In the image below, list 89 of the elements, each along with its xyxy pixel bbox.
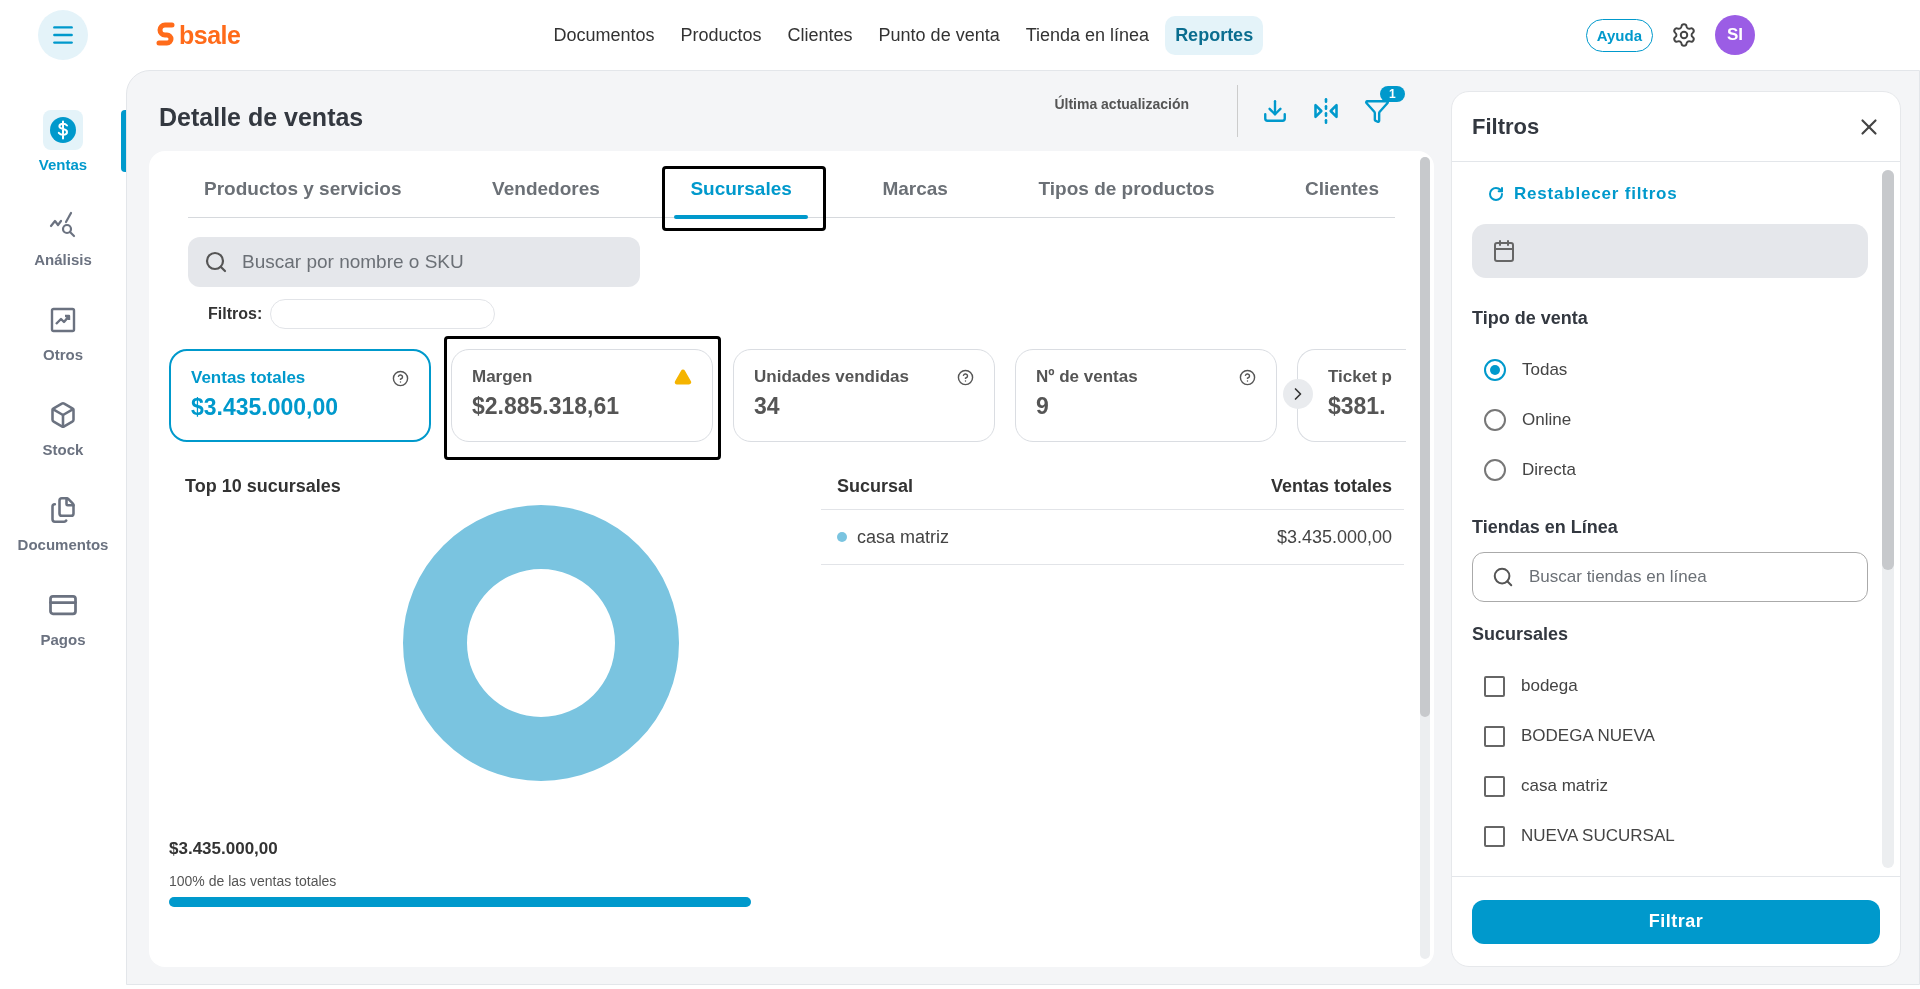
checkbox[interactable]: [1484, 725, 1505, 747]
checkbox-option[interactable]: BODEGA NUEVA: [1472, 711, 1868, 761]
filter-submit-button[interactable]: Filtrar: [1472, 899, 1880, 944]
radio-option[interactable]: Todas: [1472, 345, 1868, 395]
store-search-field[interactable]: Buscar tiendas en línea: [1472, 552, 1868, 602]
tab[interactable]: Marcas: [866, 168, 964, 217]
documents-icon: [49, 496, 77, 524]
chart-title: Top 10 sucursales: [185, 476, 342, 497]
tab[interactable]: Sucursales: [674, 168, 808, 217]
kpi-card[interactable]: Unidades vendidas 34: [733, 349, 995, 442]
kpi-value: 9: [1036, 393, 1050, 420]
search-icon: [204, 250, 228, 274]
table-cell: casa matriz: [857, 526, 950, 548]
sidebar-item[interactable]: Análisis: [34, 205, 92, 268]
dollar-icon: [48, 115, 78, 145]
reset-filters-button[interactable]: Restablecer filtros: [1472, 184, 1868, 204]
section-title: Sucursales: [1472, 624, 1570, 645]
radio-button[interactable]: [1484, 359, 1506, 381]
calendar-icon: [1492, 239, 1516, 263]
nav-link[interactable]: Clientes: [777, 15, 863, 55]
column-header: Sucursal: [837, 476, 914, 498]
kpi-title: Nº de ventas: [1036, 367, 1138, 387]
checkbox[interactable]: [1484, 775, 1505, 797]
logo-text: bsale: [179, 20, 241, 50]
kpi-title: Margen: [472, 367, 533, 387]
tab[interactable]: Tipos de productos: [1022, 168, 1231, 217]
search-icon: [1492, 566, 1514, 588]
nav-link[interactable]: Documentos: [543, 15, 665, 55]
settings-icon[interactable]: [1671, 22, 1697, 48]
active-indicator: [121, 110, 126, 172]
next-button[interactable]: [1283, 379, 1313, 409]
checkbox[interactable]: [1484, 675, 1505, 697]
tab[interactable]: Clientes: [1289, 168, 1395, 217]
kpi-card[interactable]: Ventas totales $3.435.000,00: [169, 349, 431, 442]
checkbox-option[interactable]: casa matriz: [1472, 761, 1868, 811]
kpi-value: 34: [754, 393, 781, 420]
nav-link[interactable]: Punto de venta: [868, 15, 1010, 55]
kpi-value: $3.435.000,00: [191, 394, 340, 421]
filters-label: Filtros:: [208, 305, 263, 323]
sidebar-item[interactable]: Pagos: [40, 585, 86, 648]
kpi-card[interactable]: Margen $2.885.318,61: [451, 349, 713, 442]
share-label: 100% de las ventas totales: [169, 873, 338, 889]
sidebar-item[interactable]: Otros: [43, 300, 83, 363]
nav-link[interactable]: Productos: [670, 15, 772, 55]
section-title: Tiendas en Línea: [1472, 517, 1619, 538]
refresh-icon: [1488, 186, 1504, 202]
panel-title: Filtros: [1472, 113, 1540, 140]
date-field[interactable]: [1472, 224, 1868, 278]
total-value: $3.435.000,00: [169, 839, 279, 859]
last-update-label: Última actualización: [1054, 96, 1189, 112]
column-header: Ventas totales: [1270, 476, 1392, 498]
chart-search-icon: [49, 211, 77, 239]
kpi-title: Unidades vendidas: [754, 367, 909, 387]
radio-option[interactable]: Online: [1472, 395, 1868, 445]
sidebar-item[interactable]: Documentos: [17, 490, 109, 553]
kpi-title: Ventas totales: [191, 368, 306, 388]
tab[interactable]: Productos y servicios: [188, 168, 418, 217]
warning-icon: [674, 368, 692, 386]
filter-count-badge: 1: [1380, 86, 1405, 102]
tab[interactable]: Vendedores: [476, 168, 616, 217]
kpi-card[interactable]: Nº de ventas 9: [1015, 349, 1277, 442]
kpi-value: $381.: [1328, 393, 1387, 420]
compare-button[interactable]: [1312, 97, 1340, 125]
help-icon: [1239, 368, 1256, 386]
checkbox-option[interactable]: NUEVA SUCURSAL: [1472, 811, 1868, 861]
help-icon: [957, 368, 974, 386]
table-cell: $3.435.000,00: [1276, 526, 1392, 548]
kpi-value: $2.885.318,61: [472, 393, 621, 420]
checkbox-option[interactable]: bodega: [1472, 661, 1868, 711]
cube-icon: [49, 401, 77, 429]
radio-option[interactable]: Directa: [1472, 445, 1868, 495]
radio-button[interactable]: [1484, 409, 1506, 431]
logo-icon: [156, 22, 176, 48]
menu-button[interactable]: [38, 10, 88, 60]
help-icon: [392, 369, 409, 387]
nav-link[interactable]: Reportes: [1165, 15, 1264, 55]
radio-button[interactable]: [1484, 459, 1506, 481]
download-button[interactable]: [1262, 98, 1288, 124]
sidebar-item[interactable]: Stock: [42, 395, 84, 458]
section-title: Tipo de venta: [1472, 308, 1589, 329]
checkbox[interactable]: [1484, 825, 1505, 847]
nav-link[interactable]: Tienda en línea: [1015, 15, 1160, 55]
trend-chart-icon: [50, 307, 76, 333]
help-button[interactable]: Ayuda: [1585, 18, 1653, 52]
page-title: Detalle de ventas: [159, 102, 364, 132]
kpi-title: Ticket p: [1328, 367, 1392, 387]
search-field[interactable]: Buscar por nombre o SKU: [188, 237, 640, 287]
user-avatar[interactable]: SI: [1715, 15, 1755, 55]
filter-button[interactable]: [1364, 98, 1390, 124]
